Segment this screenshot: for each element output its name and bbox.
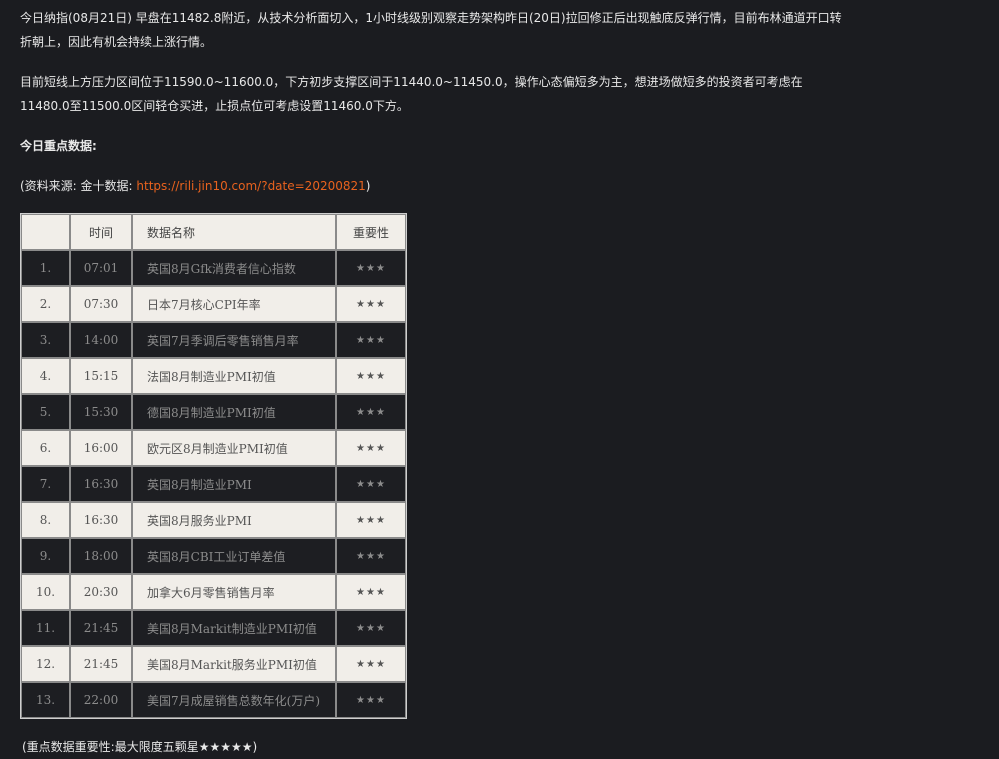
row-number: 4. xyxy=(21,358,70,394)
row-number: 5. xyxy=(21,394,70,430)
economic-calendar-table: 时间 数据名称 重要性 1. 07:01 英国8月Gfk消费者信心指数 ★★★ … xyxy=(20,213,407,719)
table-row: 13. 22:00 美国7月成屋销售总数年化(万户) ★★★ xyxy=(21,682,406,718)
row-time: 22:00 xyxy=(70,682,132,718)
row-name: 美国8月Markit制造业PMI初值 xyxy=(132,610,336,646)
row-name: 英国8月制造业PMI xyxy=(132,466,336,502)
analysis-paragraph-2: 目前短线上方压力区间位于11590.0~11600.0，下方初步支撑区间于114… xyxy=(20,75,803,113)
row-number: 12. xyxy=(21,646,70,682)
key-data-heading: 今日重点数据: xyxy=(20,139,97,153)
analysis-paragraph-1: 今日纳指(08月21日) 早盘在11482.8附近，从技术分析面切入，1小时线级… xyxy=(20,11,842,49)
row-stars: ★★★ xyxy=(336,646,406,682)
row-name: 德国8月制造业PMI初值 xyxy=(132,394,336,430)
row-number: 9. xyxy=(21,538,70,574)
row-stars: ★★★ xyxy=(336,286,406,322)
row-time: 07:01 xyxy=(70,250,132,286)
row-stars: ★★★ xyxy=(336,394,406,430)
table-row: 1. 07:01 英国8月Gfk消费者信心指数 ★★★ xyxy=(21,250,406,286)
row-number: 1. xyxy=(21,250,70,286)
row-time: 16:00 xyxy=(70,430,132,466)
source-prefix: (资料来源: 金十数据: xyxy=(20,179,137,193)
row-stars: ★★★ xyxy=(336,322,406,358)
row-stars: ★★★ xyxy=(336,502,406,538)
row-number: 11. xyxy=(21,610,70,646)
row-time: 18:00 xyxy=(70,538,132,574)
row-time: 15:30 xyxy=(70,394,132,430)
table-row: 4. 15:15 法国8月制造业PMI初值 ★★★ xyxy=(21,358,406,394)
row-stars: ★★★ xyxy=(336,466,406,502)
table-row: 5. 15:30 德国8月制造业PMI初值 ★★★ xyxy=(21,394,406,430)
row-name: 英国8月服务业PMI xyxy=(132,502,336,538)
row-stars: ★★★ xyxy=(336,610,406,646)
row-stars: ★★★ xyxy=(336,682,406,718)
table-row: 6. 16:00 欧元区8月制造业PMI初值 ★★★ xyxy=(21,430,406,466)
table-row: 10. 20:30 加拿大6月零售销售月率 ★★★ xyxy=(21,574,406,610)
source-link[interactable]: https://rili.jin10.com/?date=20200821 xyxy=(136,179,365,193)
table-row: 2. 07:30 日本7月核心CPI年率 ★★★ xyxy=(21,286,406,322)
row-name: 美国7月成屋销售总数年化(万户) xyxy=(132,682,336,718)
row-time: 21:45 xyxy=(70,610,132,646)
row-time: 16:30 xyxy=(70,466,132,502)
data-source: (资料来源: 金十数据: https://rili.jin10.com/?dat… xyxy=(20,174,370,198)
row-time: 16:30 xyxy=(70,502,132,538)
table-row: 9. 18:00 英国8月CBI工业订单差值 ★★★ xyxy=(21,538,406,574)
row-time: 15:15 xyxy=(70,358,132,394)
row-number: 13. xyxy=(21,682,70,718)
table-row: 7. 16:30 英国8月制造业PMI ★★★ xyxy=(21,466,406,502)
row-name: 加拿大6月零售销售月率 xyxy=(132,574,336,610)
importance-note: (重点数据重要性:最大限度五颗星★★★★★) xyxy=(22,740,258,754)
row-name: 英国8月Gfk消费者信心指数 xyxy=(132,250,336,286)
row-name: 英国7月季调后零售销售月率 xyxy=(132,322,336,358)
row-name: 欧元区8月制造业PMI初值 xyxy=(132,430,336,466)
row-number: 7. xyxy=(21,466,70,502)
header-importance: 重要性 xyxy=(336,214,406,250)
header-no xyxy=(21,214,70,250)
row-stars: ★★★ xyxy=(336,250,406,286)
row-number: 2. xyxy=(21,286,70,322)
table-header-row: 时间 数据名称 重要性 xyxy=(21,214,406,250)
row-number: 10. xyxy=(21,574,70,610)
header-name: 数据名称 xyxy=(132,214,336,250)
table-row: 8. 16:30 英国8月服务业PMI ★★★ xyxy=(21,502,406,538)
row-name: 英国8月CBI工业订单差值 xyxy=(132,538,336,574)
row-time: 21:45 xyxy=(70,646,132,682)
row-stars: ★★★ xyxy=(336,574,406,610)
row-number: 8. xyxy=(21,502,70,538)
row-stars: ★★★ xyxy=(336,538,406,574)
source-suffix: ) xyxy=(365,179,371,193)
row-number: 3. xyxy=(21,322,70,358)
table-row: 11. 21:45 美国8月Markit制造业PMI初值 ★★★ xyxy=(21,610,406,646)
row-number: 6. xyxy=(21,430,70,466)
row-stars: ★★★ xyxy=(336,358,406,394)
table-row: 3. 14:00 英国7月季调后零售销售月率 ★★★ xyxy=(21,322,406,358)
row-name: 日本7月核心CPI年率 xyxy=(132,286,336,322)
row-name: 法国8月制造业PMI初值 xyxy=(132,358,336,394)
header-time: 时间 xyxy=(70,214,132,250)
row-time: 20:30 xyxy=(70,574,132,610)
row-name: 美国8月Markit服务业PMI初值 xyxy=(132,646,336,682)
row-stars: ★★★ xyxy=(336,430,406,466)
table-row: 12. 21:45 美国8月Markit服务业PMI初值 ★★★ xyxy=(21,646,406,682)
row-time: 07:30 xyxy=(70,286,132,322)
row-time: 14:00 xyxy=(70,322,132,358)
